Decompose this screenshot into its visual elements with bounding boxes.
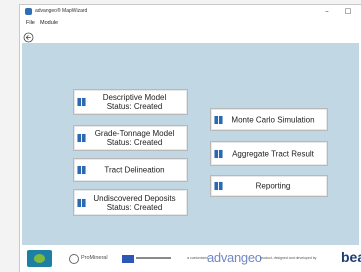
eu-text-line xyxy=(136,257,171,259)
monte-carlo-simulation-label: Monte Carlo Simulation xyxy=(231,115,315,124)
footer-banner: ProMineral a customized advangeo product… xyxy=(22,245,361,272)
undiscovered-deposits-status: Status: Created xyxy=(106,202,163,212)
credit-suffix: product, designed and developed by xyxy=(260,256,317,260)
descriptive-model-button[interactable]: Descriptive Model Status: Created xyxy=(73,89,188,115)
menu-bar: File Module xyxy=(20,18,361,28)
reporting-label: Reporting xyxy=(255,181,291,191)
menu-module[interactable]: Module xyxy=(40,19,58,27)
company-logo: beak xyxy=(341,249,361,265)
promineral-text: ProMineral xyxy=(81,255,108,261)
back-arrow-icon xyxy=(23,32,34,43)
title-bar: advangeo® MapWizard – □ xyxy=(20,5,361,18)
aggregate-tract-result-label: Aggregate Tract Result xyxy=(232,149,314,158)
aggregate-tract-result-button[interactable]: Aggregate Tract Result xyxy=(210,141,328,166)
partner-logo-icon xyxy=(27,250,52,267)
menu-file[interactable]: File xyxy=(26,19,35,27)
tract-delineation-label: Tract Delineation xyxy=(104,165,165,175)
reporting-button[interactable]: Reporting xyxy=(210,175,328,197)
workflow-panel: Descriptive Model Status: Created Grade-… xyxy=(22,43,359,245)
close-button[interactable]: □ xyxy=(339,5,357,18)
promineral-logo-icon xyxy=(69,254,79,264)
undiscovered-deposits-label: Undiscovered Deposits xyxy=(93,193,176,203)
window-title: advangeo® MapWizard xyxy=(35,8,88,14)
monte-carlo-simulation-button[interactable]: Monte Carlo Simulation xyxy=(210,108,328,131)
descriptive-model-status: Status: Created xyxy=(106,102,163,111)
back-button[interactable] xyxy=(23,30,34,43)
advangeo-brand: advangeo xyxy=(207,250,262,265)
minimize-button[interactable]: – xyxy=(318,5,336,18)
grade-tonnage-model-status: Status: Created xyxy=(106,138,163,147)
descriptive-model-label: Descriptive Model xyxy=(102,93,167,102)
tract-delineation-button[interactable]: Tract Delineation xyxy=(73,158,188,182)
undiscovered-deposits-button[interactable]: Undiscovered Deposits Status: Created xyxy=(73,189,188,216)
eu-flag-icon xyxy=(122,255,134,263)
credit-prefix: a customized xyxy=(187,256,209,260)
application-window: advangeo® MapWizard – □ File Module Desc… xyxy=(20,5,361,272)
grade-tonnage-model-button[interactable]: Grade-Tonnage Model Status: Created xyxy=(73,125,188,151)
app-icon xyxy=(25,8,32,15)
grade-tonnage-model-label: Grade-Tonnage Model xyxy=(94,129,175,138)
toolbar xyxy=(20,28,361,43)
